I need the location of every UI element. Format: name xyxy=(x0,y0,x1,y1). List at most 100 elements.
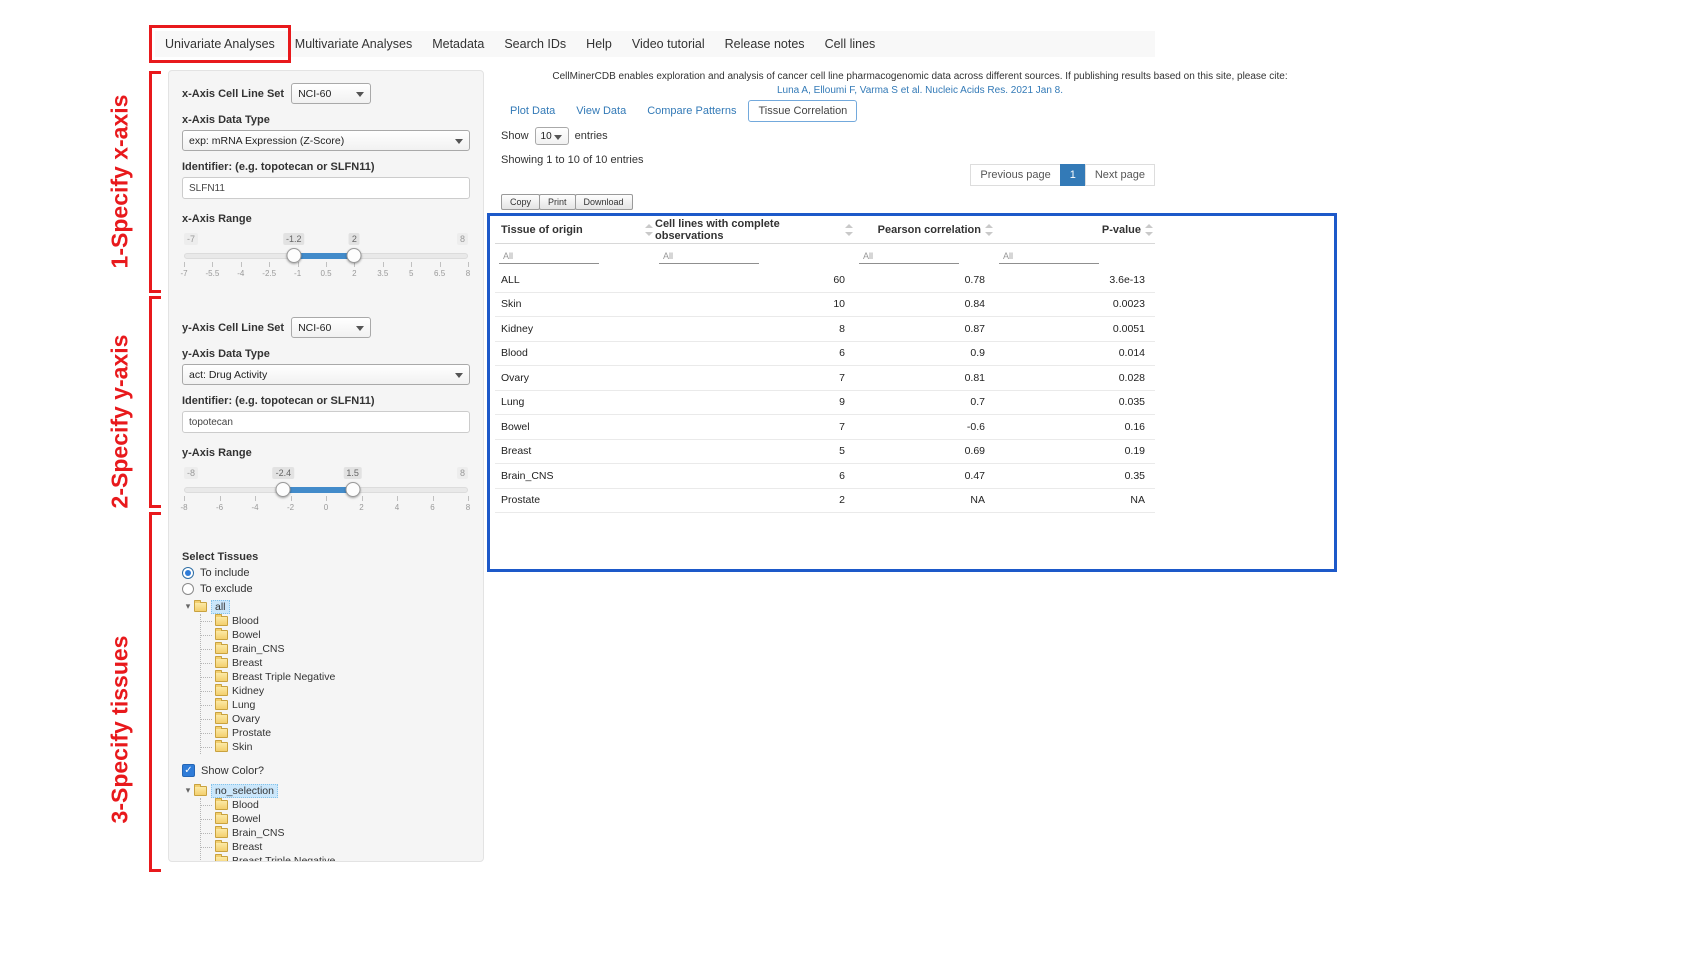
tab-plot-data[interactable]: Plot Data xyxy=(501,101,564,121)
table-row-bowel[interactable]: Bowel7-0.60.16 xyxy=(495,415,1155,440)
tab-view-data[interactable]: View Data xyxy=(567,101,635,121)
to-include-radio[interactable] xyxy=(182,567,194,579)
sort-icon[interactable] xyxy=(1145,224,1153,236)
nav-tab-cell-lines[interactable]: Cell lines xyxy=(815,31,886,57)
previous-page-button[interactable]: Previous page xyxy=(970,164,1060,186)
x-identifier-input[interactable]: SLFN11 xyxy=(182,177,470,199)
color-tree-node-label: Blood xyxy=(232,799,259,811)
cell-tissue: Skin xyxy=(495,298,655,310)
color-tree-node-blood[interactable]: Blood xyxy=(201,798,470,812)
filter-input-cell-lines-with-complete-observations[interactable] xyxy=(659,249,759,264)
tissue-color-tree: ▾ no_selectionBloodBowelBrain_CNSBreastBr… xyxy=(182,783,470,862)
y-slider-tick xyxy=(326,496,327,501)
table-row-blood[interactable]: Blood60.90.014 xyxy=(495,342,1155,367)
nav-tab-video-tutorial[interactable]: Video tutorial xyxy=(622,31,715,57)
tree-expand-icon[interactable]: ▾ xyxy=(182,601,194,612)
x-slider-tick-label: -2.5 xyxy=(262,269,276,278)
tissue-mode-option-to-include[interactable]: To include xyxy=(182,567,470,579)
show-color-checkbox[interactable]: ✓ xyxy=(182,764,195,777)
cellminercdb-page: Univariate AnalysesMultivariate Analyses… xyxy=(0,0,1700,956)
sort-icon[interactable] xyxy=(645,224,653,236)
table-row-kidney[interactable]: Kidney80.870.0051 xyxy=(495,317,1155,342)
show-color-row[interactable]: ✓ Show Color? xyxy=(182,764,470,777)
y-slider-handle-to[interactable] xyxy=(345,482,360,497)
filter-input-tissue-of-origin[interactable] xyxy=(499,249,599,264)
filter-input-p-value[interactable] xyxy=(999,249,1099,264)
column-header-cell-lines-with-complete-observations[interactable]: Cell lines with complete observations xyxy=(655,218,855,242)
nav-tab-search-ids[interactable]: Search IDs xyxy=(494,31,576,57)
y-identifier-input[interactable]: topotecan xyxy=(182,411,470,433)
next-page-button[interactable]: Next page xyxy=(1085,164,1155,186)
nav-tab-multivariate-analyses[interactable]: Multivariate Analyses xyxy=(285,31,422,57)
x-cell-line-set-select[interactable]: NCI-60 xyxy=(291,83,371,104)
entries-count-select[interactable]: 10 xyxy=(535,127,569,145)
to-exclude-radio[interactable] xyxy=(182,583,194,595)
include-tree-node-bowel[interactable]: Bowel xyxy=(201,628,470,642)
column-header-tissue-of-origin[interactable]: Tissue of origin xyxy=(495,224,655,236)
result-tabs: Plot DataView DataCompare PatternsTissue… xyxy=(501,100,857,122)
include-tree-node-kidney[interactable]: Kidney xyxy=(201,684,470,698)
x-range-slider[interactable]: -78-1.22-7-5.5-4-2.5-10.523.556.58 xyxy=(184,249,468,293)
column-header-label: Cell lines with complete observations xyxy=(655,218,841,242)
color-tree-node-bowel[interactable]: Bowel xyxy=(201,812,470,826)
print-button[interactable]: Print xyxy=(539,194,576,210)
table-row-prostate[interactable]: Prostate2NANA xyxy=(495,489,1155,514)
include-tree-node-lung[interactable]: Lung xyxy=(201,698,470,712)
color-tree-root-label[interactable]: no_selection xyxy=(211,784,278,798)
x-slider-handle-to[interactable] xyxy=(347,248,362,263)
color-tree-node-breast[interactable]: Breast xyxy=(201,840,470,854)
column-header-label: Tissue of origin xyxy=(501,224,583,236)
y-data-type-select[interactable]: act: Drug Activity xyxy=(182,364,470,385)
folder-icon xyxy=(215,800,228,810)
show-entries-control: Show 10 entries xyxy=(501,127,608,145)
include-tree-node-breast-triple-negative[interactable]: Breast Triple Negative xyxy=(201,670,470,684)
include-tree-root-label[interactable]: all xyxy=(211,600,230,614)
table-row-brain-cns[interactable]: Brain_CNS60.470.35 xyxy=(495,464,1155,489)
color-tree-node-brain-cns[interactable]: Brain_CNS xyxy=(201,826,470,840)
table-row-all[interactable]: ALL600.783.6e-13 xyxy=(495,268,1155,293)
citation-text: CellMinerCDB enables exploration and ana… xyxy=(495,70,1345,83)
table-row-skin[interactable]: Skin100.840.0023 xyxy=(495,293,1155,318)
tab-tissue-correlation[interactable]: Tissue Correlation xyxy=(748,100,857,122)
nav-tab-metadata[interactable]: Metadata xyxy=(422,31,494,57)
include-tree-node-skin[interactable]: Skin xyxy=(201,740,470,754)
table-row-ovary[interactable]: Ovary70.810.028 xyxy=(495,366,1155,391)
table-row-lung[interactable]: Lung90.70.035 xyxy=(495,391,1155,416)
column-header-pearson-correlation[interactable]: Pearson correlation xyxy=(855,224,995,236)
y-slider-from-value: -2.4 xyxy=(273,467,295,479)
nav-tab-release-notes[interactable]: Release notes xyxy=(715,31,815,57)
filter-input-pearson-correlation[interactable] xyxy=(859,249,959,264)
include-tree-node-brain-cns[interactable]: Brain_CNS xyxy=(201,642,470,656)
tab-compare-patterns[interactable]: Compare Patterns xyxy=(638,101,745,121)
y-slider-handle-from[interactable] xyxy=(276,482,291,497)
sort-icon[interactable] xyxy=(845,224,853,236)
y-slider-tick-label: 0 xyxy=(324,503,328,512)
include-tree-node-blood[interactable]: Blood xyxy=(201,614,470,628)
sort-icon[interactable] xyxy=(985,224,993,236)
include-tree-node-prostate[interactable]: Prostate xyxy=(201,726,470,740)
x-slider-handle-from[interactable] xyxy=(286,248,301,263)
tissue-correlation-table: Tissue of origin Cell lines with complete… xyxy=(495,216,1155,513)
y-cell-line-set-select[interactable]: NCI-60 xyxy=(291,317,371,338)
tree-expand-icon[interactable]: ▾ xyxy=(182,785,194,796)
include-tree-node-ovary[interactable]: Ovary xyxy=(201,712,470,726)
y-range-slider[interactable]: -88-2.41.5-8-6-4-202468 xyxy=(184,483,468,527)
x-data-type-value: exp: mRNA Expression (Z-Score) xyxy=(189,135,344,147)
x-data-type-select[interactable]: exp: mRNA Expression (Z-Score) xyxy=(182,130,470,151)
color-tree-root-row[interactable]: ▾ no_selection xyxy=(182,783,470,798)
column-header-p-value[interactable]: P-value xyxy=(995,224,1155,236)
x-range-label: x-Axis Range xyxy=(182,213,470,225)
nav-tab-univariate-analyses[interactable]: Univariate Analyses xyxy=(155,31,285,57)
nav-tab-help[interactable]: Help xyxy=(576,31,622,57)
download-button[interactable]: Download xyxy=(575,194,633,210)
copy-button[interactable]: Copy xyxy=(501,194,540,210)
page-1-button[interactable]: 1 xyxy=(1060,164,1086,186)
citation-link[interactable]: Luna A, Elloumi F, Varma S et al. Nuclei… xyxy=(495,84,1345,97)
table-row-breast[interactable]: Breast50.690.19 xyxy=(495,440,1155,465)
x-slider-tick xyxy=(269,262,270,267)
tissue-mode-option-to-exclude[interactable]: To exclude xyxy=(182,583,470,595)
include-tree-node-breast[interactable]: Breast xyxy=(201,656,470,670)
color-tree-node-breast-triple-negative[interactable]: Breast Triple Negative xyxy=(201,854,470,862)
include-tree-root-row[interactable]: ▾ all xyxy=(182,599,470,614)
x-slider-to-value: 2 xyxy=(349,233,360,245)
